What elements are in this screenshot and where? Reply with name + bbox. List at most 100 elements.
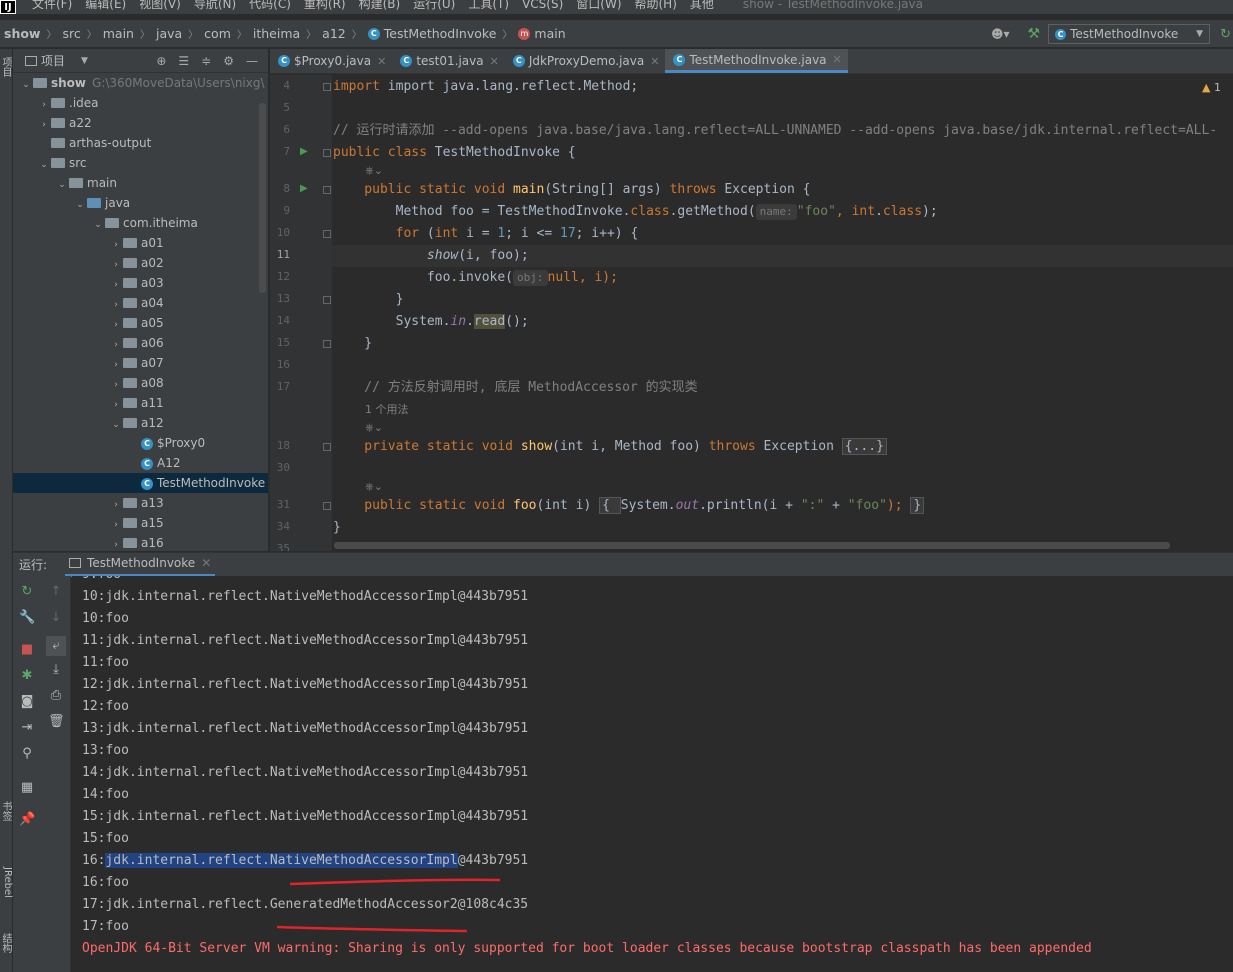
exit-icon[interactable]: ⇥ [19, 720, 35, 736]
tree-item-src[interactable]: ⌄ src [13, 153, 268, 173]
tree-item--idea[interactable]: › .idea [13, 93, 268, 113]
chevron-right-icon[interactable]: › [109, 515, 123, 535]
bookmarks-tool-tab[interactable]: 书签 [0, 801, 13, 821]
tree-item-a07[interactable]: › a07 [13, 353, 268, 373]
tab-jdkproxydemo[interactable]: C JdkProxyDemo.java ✕ [505, 49, 666, 73]
tree-item-a13[interactable]: › a13 [13, 493, 268, 513]
menu-refactor[interactable]: 重构(R) [304, 0, 346, 10]
chevron-right-icon[interactable]: › [109, 535, 123, 551]
fold-marker-icon[interactable] [323, 186, 331, 194]
fold-marker-icon[interactable] [323, 149, 331, 157]
collapse-all-icon[interactable]: ≑ [201, 54, 211, 68]
tree-item-a04[interactable]: › a04 [13, 293, 268, 313]
tab-test01[interactable]: Ctest01.java ✕ [392, 49, 505, 73]
tree-item-a03[interactable]: › a03 [13, 273, 268, 293]
breadcrumb-a12[interactable]: a12 [322, 26, 346, 41]
menu-run[interactable]: 运行(U) [413, 0, 455, 10]
menu-edit[interactable]: 编辑(E) [85, 0, 126, 10]
down-arrow-icon[interactable]: ↓ [48, 610, 64, 626]
tree-item-a02[interactable]: › a02 [13, 253, 268, 273]
breadcrumb-src[interactable]: src [62, 26, 80, 41]
breadcrumb-itheima[interactable]: itheima [253, 26, 300, 41]
chevron-right-icon[interactable]: › [109, 335, 123, 355]
close-icon[interactable]: ✕ [377, 55, 386, 68]
fold-marker-icon[interactable] [323, 340, 331, 348]
chevron-right-icon[interactable]: › [109, 295, 123, 315]
trash-icon[interactable]: 🗑 [48, 714, 65, 730]
stop-icon[interactable]: ■ [19, 642, 35, 658]
fold-marker-icon[interactable] [323, 296, 331, 304]
menu-other[interactable]: 其他 [690, 0, 714, 10]
chevron-down-icon[interactable]: ⌄ [37, 155, 51, 175]
run-configuration-select[interactable]: C TestMethodInvoke ▼ [1048, 24, 1211, 44]
tree-item-a08[interactable]: › a08 [13, 373, 268, 393]
tree-item-a01[interactable]: › a01 [13, 233, 268, 253]
tab-testmethodinvoke[interactable]: C TestMethodInvoke.java ✕ [665, 49, 848, 73]
user-icon[interactable]: ☻▾ [991, 27, 1010, 41]
tree-item-a16[interactable]: › a16 [13, 533, 268, 551]
warning-indicator[interactable]: ▲ 1 [1202, 81, 1221, 94]
tree-item-a15[interactable]: › a15 [13, 513, 268, 533]
chevron-right-icon[interactable]: › [109, 235, 123, 255]
menu-tools[interactable]: 工具(T) [468, 0, 509, 10]
tree-item-java[interactable]: ⌄ java [13, 193, 268, 213]
settings-search-icon[interactable]: ⚲ [19, 746, 35, 762]
hide-icon[interactable]: — [246, 54, 258, 68]
menu-view[interactable]: 视图(V) [139, 0, 181, 10]
breadcrumb-java[interactable]: java [156, 26, 182, 41]
breadcrumb-method[interactable]: main [534, 26, 565, 41]
chevron-down-icon[interactable]: ⌄ [109, 415, 123, 435]
rerun-icon[interactable]: ↻ [1220, 27, 1231, 42]
tree-item-arthas-output[interactable]: arthas-output [13, 133, 268, 153]
gear-icon[interactable]: ⚙ [223, 54, 234, 68]
rerun-icon[interactable]: ↻ [19, 584, 35, 600]
tree-scrollbar[interactable] [259, 103, 266, 293]
chevron-right-icon[interactable]: › [109, 375, 123, 395]
camera-icon[interactable]: ◙ [19, 694, 35, 710]
locate-icon[interactable]: ⊕ [156, 54, 166, 68]
expand-all-icon[interactable]: ☰ [178, 54, 189, 68]
debug-icon[interactable]: ✱ [19, 668, 35, 684]
tab-proxy0[interactable]: C $Proxy0.java ✕ [270, 49, 392, 73]
tree-item-a22[interactable]: › a22 [13, 113, 268, 133]
close-icon[interactable]: ✕ [490, 55, 499, 68]
chevron-right-icon[interactable]: › [109, 395, 123, 415]
chevron-down-icon[interactable]: ▼ [81, 56, 88, 66]
code-editor[interactable]: 4 5 6 7 ▶ 8 ▶ 9 10 11 12 13 14 15 16 17 … [270, 75, 1233, 551]
run-gutter-icon[interactable]: ▶ [300, 146, 308, 157]
structure-tool-tab[interactable]: 结构 [0, 933, 13, 953]
menu-code[interactable]: 代码(C) [249, 0, 291, 10]
tree-item--proxy0[interactable]: C $Proxy0 [13, 433, 268, 453]
folded-code-block[interactable]: {...} [841, 438, 887, 455]
chevron-right-icon[interactable]: › [109, 255, 123, 275]
tree-item-a06[interactable]: › a06 [13, 333, 268, 353]
layout-icon[interactable]: ▦ [19, 780, 35, 796]
chevron-right-icon[interactable]: › [37, 95, 51, 115]
menu-file[interactable]: 文件(F) [32, 0, 72, 10]
fold-marker-icon[interactable] [323, 502, 331, 510]
tree-item-testmethodinvoke[interactable]: C TestMethodInvoke [13, 473, 268, 493]
menu-window[interactable]: 窗口(W) [576, 0, 621, 10]
project-panel-title[interactable]: 项目 [41, 52, 65, 69]
tree-item-a11[interactable]: › a11 [13, 393, 268, 413]
fold-marker-icon[interactable] [323, 443, 331, 451]
menu-vcs[interactable]: VCS(S) [522, 0, 563, 10]
print-icon[interactable]: ⎙ [48, 688, 64, 704]
tree-item-a12[interactable]: C A12 [13, 453, 268, 473]
wrench-icon[interactable]: 🔧 [19, 610, 35, 626]
project-tool-tab[interactable]: 项目 [0, 57, 13, 77]
chevron-down-icon[interactable]: ⌄ [73, 195, 87, 215]
chevron-down-icon[interactable]: ⌄ [55, 175, 69, 195]
close-icon[interactable]: ✕ [833, 53, 842, 66]
scroll-to-end-icon[interactable]: ⤓ [48, 662, 64, 678]
chevron-down-icon[interactable]: ⌄ [19, 75, 33, 95]
tree-item-main[interactable]: ⌄ main [13, 173, 268, 193]
breadcrumb-com[interactable]: com [204, 26, 231, 41]
fold-marker-icon[interactable] [323, 83, 331, 91]
tree-item-a05[interactable]: › a05 [13, 313, 268, 333]
tree-item-a12[interactable]: ⌄ a12 [13, 413, 268, 433]
breadcrumb-class[interactable]: TestMethodInvoke [384, 26, 497, 41]
menu-navigate[interactable]: 导航(N) [194, 0, 236, 10]
jrebel-tool-tab[interactable]: JRebel [0, 867, 13, 898]
menu-build[interactable]: 构建(B) [359, 0, 401, 10]
